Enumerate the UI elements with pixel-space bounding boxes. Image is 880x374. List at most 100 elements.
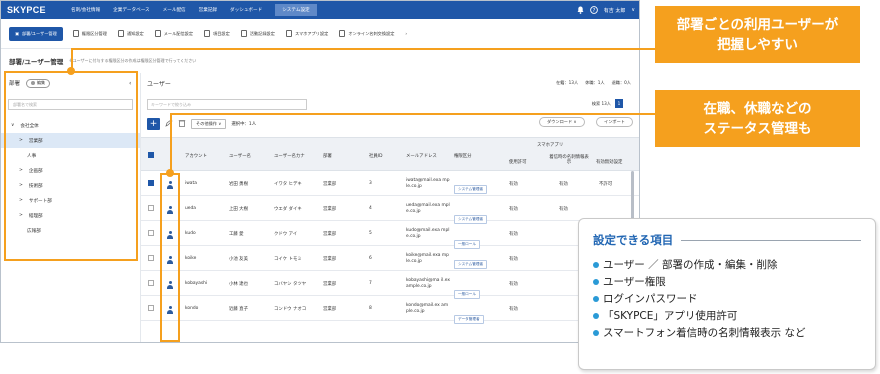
- table-row[interactable]: kudo 工藤 愛 クドウ アイ 営業部 5 kudo@mail.exa mple.co.…: [141, 221, 639, 249]
- callout-dept-users: 部署ごとの利用ユーザーが 把握しやすい: [655, 6, 860, 63]
- subnav-label: メール配信設定: [163, 30, 194, 36]
- cell-id: 4: [369, 206, 372, 211]
- card-item: ユーザー ／ 部署の作成・編集・削除: [593, 256, 861, 273]
- user-count: 休職：1人: [585, 80, 605, 85]
- subnav-item[interactable]: オンライン名刺交換設定: [339, 30, 394, 37]
- cell-id: 8: [369, 306, 372, 311]
- table-row[interactable]: iwata 岩田 勇樹 イワタ ヒデキ 営業部 3 iwata@mail.exa mple…: [141, 171, 639, 196]
- nav-item[interactable]: 企業データベース: [113, 7, 150, 13]
- subnav-item[interactable]: 項目設定: [204, 30, 230, 37]
- bullet-icon: [593, 278, 599, 285]
- chevron-down-icon[interactable]: ∨: [631, 7, 635, 13]
- add-user-button[interactable]: +: [147, 117, 160, 130]
- nav-item[interactable]: システム設定: [275, 4, 317, 16]
- row-checkbox[interactable]: [148, 280, 154, 286]
- table-row[interactable]: kobayashi 小林 達也 コバヤシ タツヤ 営業部 7 kobayashi@ma i…: [141, 271, 639, 299]
- row-checkbox[interactable]: [148, 230, 154, 236]
- cell-kana: コイケ トモミ: [274, 257, 302, 262]
- card-title: 設定できる項目: [593, 233, 674, 247]
- subnav-item[interactable]: 活動記録設定: [240, 30, 275, 37]
- users-title: ユーザー: [147, 80, 171, 88]
- subnav-item-active[interactable]: ▣ 部署/ユーザー管理: [9, 26, 63, 41]
- subnav-item[interactable]: 権限区分管理: [72, 30, 107, 37]
- import-button[interactable]: インポート: [596, 117, 633, 127]
- subnav-label: 通知設定: [126, 30, 144, 36]
- cell-dept: 営業部: [323, 257, 337, 262]
- row-checkbox[interactable]: [148, 205, 154, 211]
- bullet-icon: [593, 312, 599, 319]
- connector-line: [170, 113, 656, 115]
- help-icon[interactable]: ?: [589, 6, 598, 14]
- subnav-more-icon[interactable]: ›: [405, 31, 407, 36]
- cell-email: kudo@mail.exa mple.co.jp: [406, 228, 450, 239]
- settings-item-icon: [204, 30, 211, 37]
- page-subtitle: ※ユーザーに付与する権限区分の作成は権限区分管理で行ってください: [69, 58, 197, 63]
- cell-email: iwata@mail.exa mple.co.jp: [406, 178, 450, 189]
- user-menu[interactable]: 有吉 太郎: [604, 7, 626, 14]
- callout-line: ステータス管理も: [703, 120, 812, 137]
- role-badge: データ管理者: [454, 315, 484, 324]
- cell-kana: クドウ アイ: [274, 232, 298, 237]
- role-badge: システム管理者: [454, 185, 488, 194]
- row-checkbox[interactable]: [148, 180, 154, 186]
- download-button[interactable]: ダウンロード ∨: [539, 117, 585, 127]
- row-checkbox[interactable]: [148, 305, 154, 311]
- cell-email: koike@mail.exa mple.co.jp: [406, 253, 449, 264]
- status-column-highlight-frame: [160, 173, 180, 342]
- cell-account: iwata: [185, 181, 197, 186]
- cell-account: kobayashi: [185, 281, 208, 286]
- app-logo: SKYPCE: [7, 5, 46, 15]
- card-item: スマートフォン着信時の名刺情報表示 など: [593, 324, 861, 341]
- search-row: キーワードで絞り込み 検索 13人 1: [147, 99, 635, 110]
- row-checkbox[interactable]: [148, 255, 154, 261]
- table-row[interactable]: ueda 上田 大樹 ウエダ ダイキ 営業部 4 ueda@mail.exa mple.c…: [141, 196, 639, 224]
- subnav-item[interactable]: 通知設定: [117, 30, 144, 37]
- cell-email: ueda@mail.exa mple.co.jp: [406, 203, 450, 214]
- table-row[interactable]: koike 小池 友美 コイケ トモミ 営業部 6 koike@mail.exa mple…: [141, 246, 639, 271]
- subnav-label: 項目設定: [213, 30, 230, 36]
- other-operations-dropdown[interactable]: その他操作 ∨: [191, 118, 227, 129]
- cell-name: 近藤 直子: [229, 307, 248, 312]
- callout-line: 在職、休職などの: [703, 100, 812, 117]
- divider: [681, 239, 861, 241]
- nav-item[interactable]: メール配信: [163, 7, 186, 13]
- table-row[interactable]: kondo 近藤 直子 コンドウ ナオコ 営業部 8 kondo@mail.ex ampl…: [141, 296, 639, 324]
- subnav-item[interactable]: スマホアプリ設定: [285, 30, 328, 37]
- nav-item[interactable]: ダッシュボード: [230, 7, 262, 13]
- nav-item[interactable]: 営業記録: [199, 7, 217, 13]
- cell-email: kondo@mail.ex ample.co.jp: [406, 303, 449, 314]
- cell-name: 岩田 勇樹: [229, 182, 248, 187]
- col-email: メールアドレス: [406, 154, 437, 159]
- result-count: 検索 13人: [591, 100, 611, 106]
- card-item-text: スマートフォン着信時の名刺情報表示 など: [603, 327, 806, 339]
- keyword-filter-input[interactable]: キーワードで絞り込み: [147, 99, 307, 110]
- connector-dot: [166, 169, 174, 177]
- cell-id: 3: [369, 181, 372, 186]
- role-badge: システム管理者: [454, 260, 488, 269]
- bell-icon[interactable]: [577, 6, 584, 14]
- subnav-item[interactable]: メール配信設定: [154, 30, 194, 37]
- card-item-list: ユーザー ／ 部署の作成・編集・削除 ユーザー権限 ログインパスワード 「SKYPCE…: [593, 256, 861, 341]
- card-item-text: ユーザー ／ 部署の作成・編集・削除: [603, 259, 778, 271]
- cell-id: 6: [369, 256, 372, 261]
- cell-dept: 営業部: [323, 207, 337, 212]
- callout-line: 把握しやすい: [717, 36, 798, 53]
- cell-dept: 営業部: [323, 282, 337, 287]
- cell-kana: コバヤシ タツヤ: [274, 282, 307, 287]
- page-number[interactable]: 1: [615, 99, 623, 108]
- cell-id: 7: [369, 281, 372, 286]
- select-all-checkbox[interactable]: [148, 152, 154, 158]
- cell-kana: イワタ ヒデキ: [274, 182, 302, 187]
- cell-use: 有効: [509, 307, 518, 312]
- users-table: アカウント ユーザー名 ユーザー名カナ 部署 社員ID メールアドレス 権限区分…: [141, 137, 639, 324]
- cell-name: 小池 友美: [229, 257, 248, 262]
- col-department: 部署: [323, 154, 332, 159]
- top-navigation-bar: SKYPCE 名刺/会社情報 企業データベース メール配信 営業記録 ダッシュボード シス…: [1, 1, 639, 19]
- cell-use: 有効: [509, 282, 518, 287]
- nav-item[interactable]: 名刺/会社情報: [71, 7, 100, 13]
- col-card-display: 着信時の名刺情報表示: [549, 155, 589, 165]
- settings-item-icon: [72, 30, 79, 37]
- trash-icon[interactable]: [178, 119, 186, 129]
- bullet-icon: [593, 295, 599, 302]
- card-item: ユーザー権限: [593, 273, 861, 290]
